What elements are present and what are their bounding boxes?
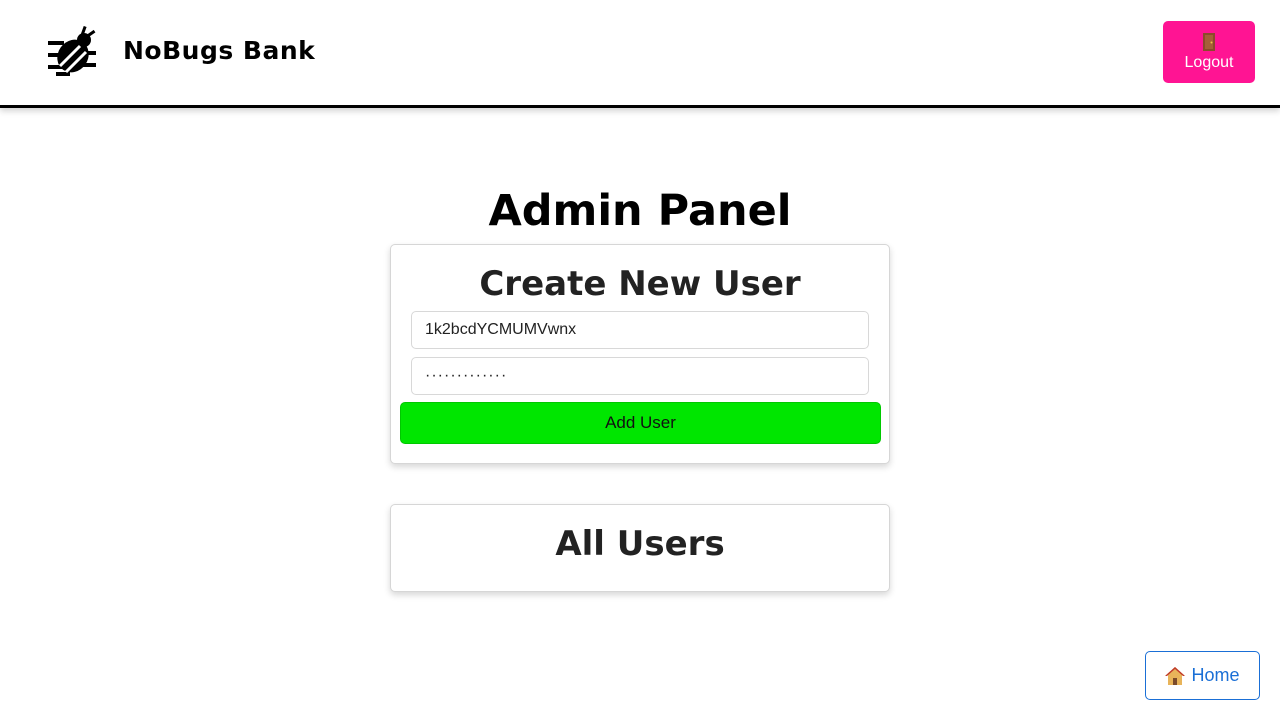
create-user-card: Create New User Add User [390,244,890,464]
logout-label: Logout [1184,53,1234,71]
home-button[interactable]: Home [1145,651,1260,700]
all-users-title: All Users [555,524,725,564]
username-input[interactable] [411,311,869,349]
create-user-title: Create New User [479,264,801,304]
password-input[interactable] [411,357,869,395]
all-users-card: All Users [390,504,890,592]
home-label: Home [1191,665,1240,685]
add-user-button[interactable]: Add User [400,402,881,444]
top-header: NoBugs Bank Logout [0,0,1280,108]
brand-name: NoBugs Bank [123,36,316,65]
door-icon [1203,32,1215,51]
bug-icon [48,26,96,76]
page-title: Admin Panel [488,186,792,236]
logout-button[interactable]: Logout [1163,21,1255,83]
house-icon [1165,666,1186,685]
